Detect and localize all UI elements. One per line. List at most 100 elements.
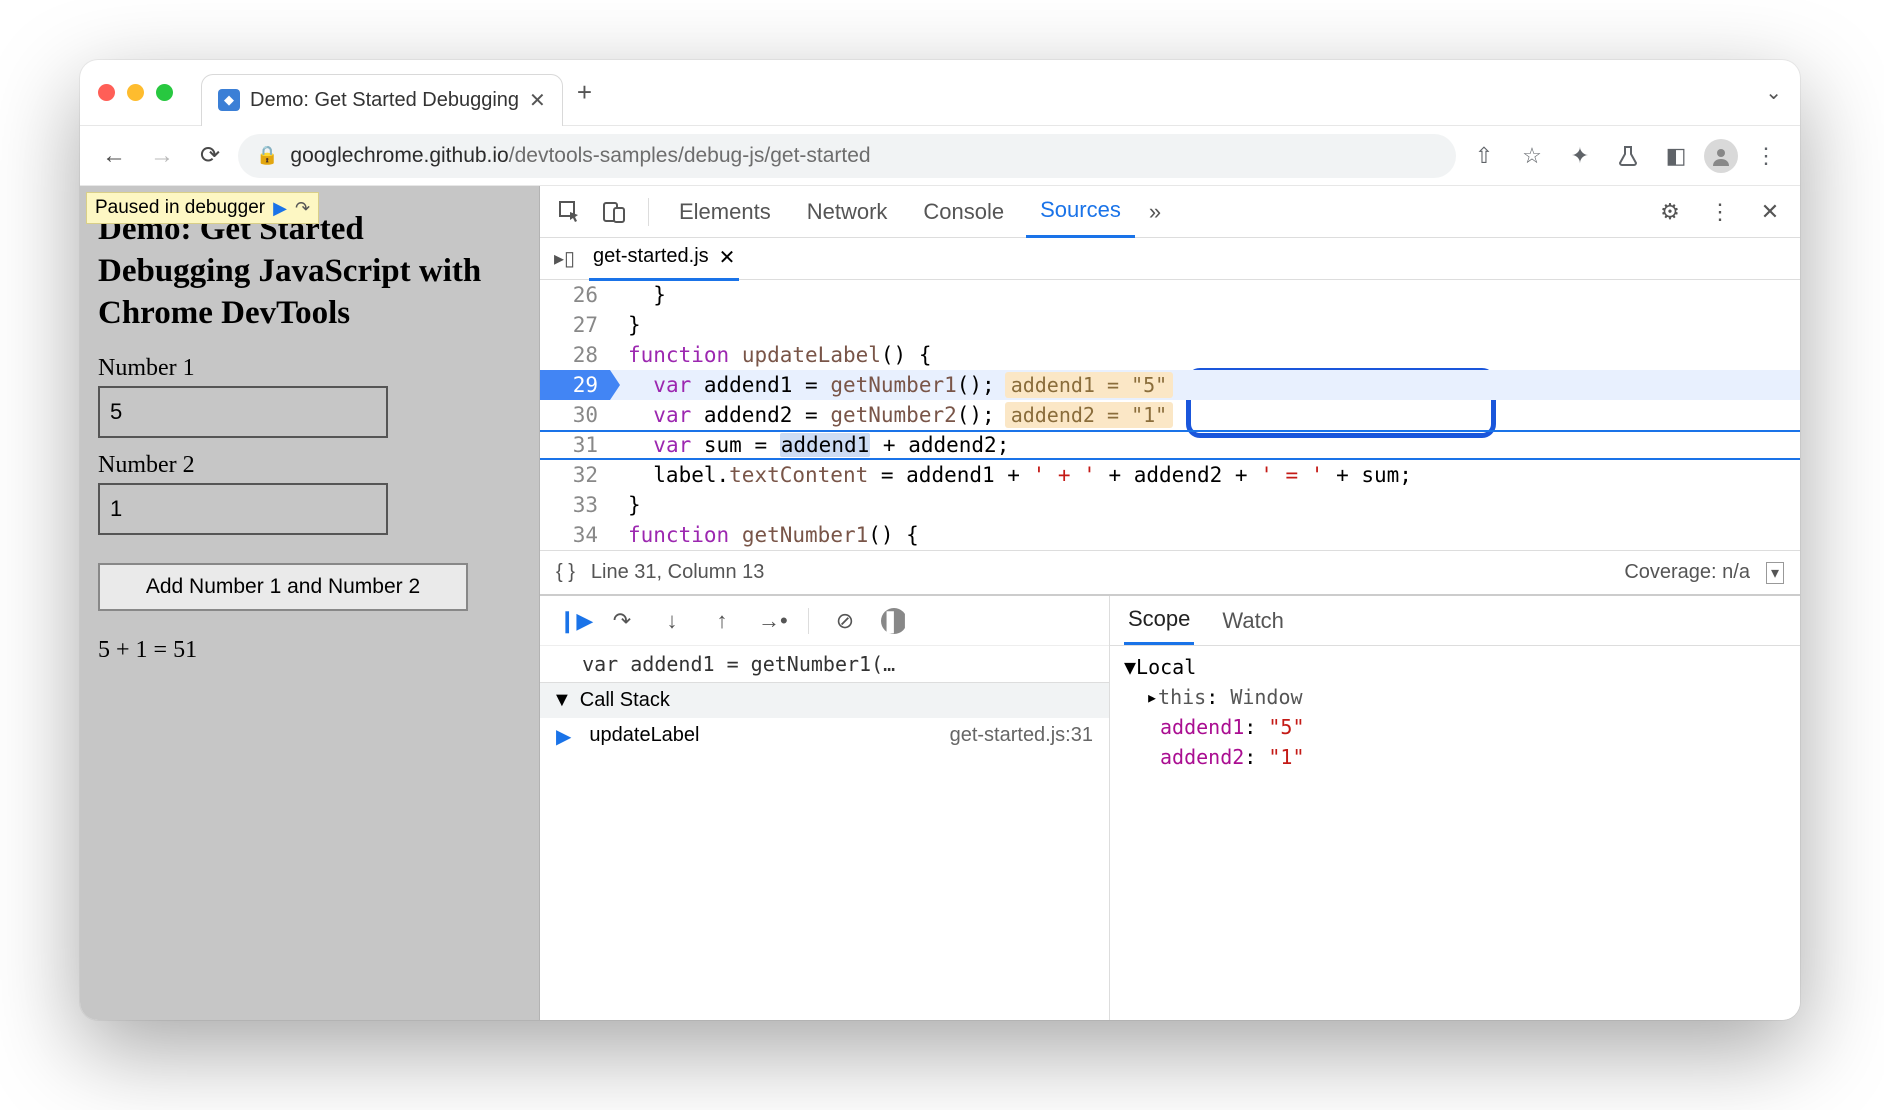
pretty-print-icon[interactable]: { } (556, 561, 575, 584)
profile-avatar[interactable] (1704, 139, 1738, 173)
number1-label: Number 1 (98, 355, 521, 382)
tabs-overflow-icon[interactable]: ⌄ (1765, 80, 1782, 105)
editor-status-bar: { } Line 31, Column 13 Coverage: n/a ▾ (540, 550, 1800, 594)
code-line[interactable]: 30 var addend2 = getNumber2();addend2 = … (540, 400, 1800, 430)
line-number[interactable]: 29 (540, 370, 610, 400)
close-file-icon[interactable]: ✕ (719, 245, 736, 270)
code-line[interactable]: 27} (540, 310, 1800, 340)
tab-sources[interactable]: Sources (1026, 185, 1135, 238)
url-host: googlechrome.github.io (290, 144, 508, 168)
scope-body: ▼Local ▸this: Window addend1: "5" addend… (1110, 646, 1800, 778)
code-line[interactable]: 28function updateLabel() { (540, 340, 1800, 370)
favicon: ◆ (218, 89, 240, 111)
rendered-page: Paused in debugger ▶ ↷ Demo: Get Started… (80, 186, 540, 1020)
settings-icon[interactable]: ⚙ (1652, 199, 1688, 225)
line-number[interactable]: 31 (540, 430, 610, 460)
add-button[interactable]: Add Number 1 and Number 2 (98, 563, 468, 611)
code-line[interactable]: 26 } (540, 280, 1800, 310)
scope-tab-bar: Scope Watch (1110, 596, 1800, 646)
reload-button[interactable]: ⟳ (190, 136, 230, 176)
close-tab-icon[interactable]: ✕ (529, 88, 546, 113)
minimize-window-button[interactable] (127, 84, 144, 101)
step-over-icon[interactable]: ↷ (295, 198, 310, 219)
step-button[interactable]: →• (758, 608, 786, 634)
step-out-button[interactable]: ↑ (708, 608, 736, 634)
browser-tab[interactable]: ◆ Demo: Get Started Debugging ✕ (201, 74, 563, 126)
tab-console[interactable]: Console (909, 187, 1018, 237)
code-line[interactable]: 33} (540, 490, 1800, 520)
file-tab[interactable]: get-started.js ✕ (589, 237, 739, 281)
inline-value: addend1 = "5" (1005, 372, 1174, 398)
debugger-left-pane: ❙▶ ↷ ↓ ↑ →• ⊘ ❚❚ var addend1 = getNumber… (540, 596, 1110, 1020)
line-number[interactable]: 27 (540, 310, 610, 340)
code-line[interactable]: 31 var sum = addend1 + addend2; (540, 430, 1800, 460)
debugger-controls: ❙▶ ↷ ↓ ↑ →• ⊘ ❚❚ (540, 596, 1109, 646)
scope-item[interactable]: addend2: "1" (1124, 742, 1786, 772)
tab-scope[interactable]: Scope (1124, 596, 1194, 645)
back-button[interactable]: ← (94, 136, 134, 176)
new-tab-button[interactable]: + (577, 77, 592, 108)
callstack-frame[interactable]: ▶ updateLabel get-started.js:31 (540, 718, 1109, 755)
paused-snippet: var addend1 = getNumber1(… (540, 646, 1109, 682)
window-controls (98, 84, 173, 101)
scope-local[interactable]: ▼Local (1124, 652, 1786, 682)
file-name: get-started.js (593, 245, 709, 270)
line-number[interactable]: 32 (540, 460, 610, 490)
frame-location: get-started.js:31 (950, 724, 1093, 749)
maximize-window-button[interactable] (156, 84, 173, 101)
code-editor[interactable]: 26 }27}28function updateLabel() {29 var … (540, 280, 1800, 550)
code-line[interactable]: 34function getNumber1() { (540, 520, 1800, 550)
tab-title: Demo: Get Started Debugging (250, 89, 519, 112)
result-text: 5 + 1 = 51 (98, 637, 521, 664)
bookmark-icon[interactable]: ☆ (1512, 136, 1552, 176)
devtools-tab-bar: Elements Network Console Sources » ⚙ ⋮ ✕ (540, 186, 1800, 238)
deactivate-breakpoints-button[interactable]: ⊘ (831, 608, 859, 634)
current-frame-icon: ▶ (556, 724, 571, 749)
resume-icon[interactable]: ▶ (273, 198, 287, 219)
paused-text: Paused in debugger (95, 197, 265, 219)
debugger-right-pane: Scope Watch ▼Local ▸this: Window addend1… (1110, 596, 1800, 1020)
navigator-toggle-icon[interactable]: ▸▯ (554, 246, 575, 271)
paused-in-debugger-badge: Paused in debugger ▶ ↷ (86, 192, 319, 224)
lock-icon: 🔒 (256, 145, 278, 166)
close-window-button[interactable] (98, 84, 115, 101)
scope-item[interactable]: addend1: "5" (1124, 712, 1786, 742)
number2-label: Number 2 (98, 452, 521, 479)
pause-on-exceptions-button[interactable]: ❚❚ (881, 608, 907, 634)
url-path: /devtools-samples/debug-js/get-started (509, 144, 871, 168)
scope-item[interactable]: ▸this: Window (1124, 682, 1786, 712)
address-bar[interactable]: 🔒 googlechrome.github.io/devtools-sample… (238, 134, 1456, 178)
code-line[interactable]: 32 label.textContent = addend1 + ' + ' +… (540, 460, 1800, 490)
line-number[interactable]: 34 (540, 520, 610, 550)
step-into-button[interactable]: ↓ (658, 608, 686, 634)
coverage-status: Coverage: n/a (1624, 561, 1750, 584)
number1-input[interactable] (98, 386, 388, 438)
line-number[interactable]: 30 (540, 400, 610, 430)
tab-network[interactable]: Network (793, 187, 902, 237)
address-bar-row: ← → ⟳ 🔒 googlechrome.github.io/devtools-… (80, 126, 1800, 186)
forward-button[interactable]: → (142, 136, 182, 176)
line-number[interactable]: 33 (540, 490, 610, 520)
labs-icon[interactable] (1608, 136, 1648, 176)
callstack-header[interactable]: ▼ Call Stack (540, 683, 1109, 718)
number2-input[interactable] (98, 483, 388, 535)
inline-value: addend2 = "1" (1005, 402, 1174, 428)
tab-elements[interactable]: Elements (665, 187, 785, 237)
code-line[interactable]: 29 var addend1 = getNumber1();addend1 = … (540, 370, 1800, 400)
inspect-element-icon[interactable] (552, 200, 588, 224)
close-devtools-icon[interactable]: ✕ (1752, 199, 1788, 225)
line-number[interactable]: 28 (540, 340, 610, 370)
step-over-button[interactable]: ↷ (608, 608, 636, 634)
device-toggle-icon[interactable] (596, 200, 632, 224)
extensions-icon[interactable]: ✦ (1560, 136, 1600, 176)
cursor-position: Line 31, Column 13 (591, 561, 764, 584)
line-number[interactable]: 26 (540, 280, 610, 310)
resume-button[interactable]: ❙▶ (558, 608, 586, 634)
share-icon[interactable]: ⇧ (1464, 136, 1504, 176)
status-chevron-icon[interactable]: ▾ (1766, 562, 1784, 584)
more-tabs-icon[interactable]: » (1149, 199, 1161, 225)
tab-watch[interactable]: Watch (1218, 598, 1288, 644)
chrome-menu-icon[interactable]: ⋮ (1746, 136, 1786, 176)
sidepanel-icon[interactable]: ◧ (1656, 136, 1696, 176)
devtools-menu-icon[interactable]: ⋮ (1702, 199, 1738, 225)
